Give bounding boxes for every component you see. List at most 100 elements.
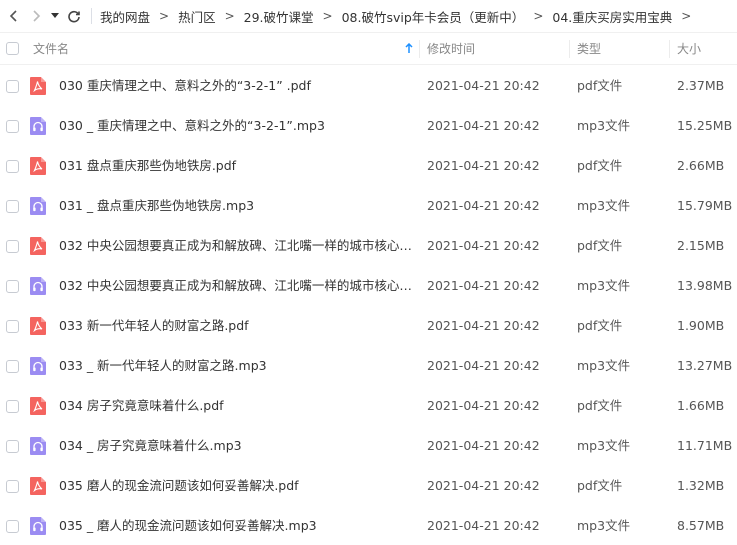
file-size: 2.15MB [677, 238, 725, 253]
forward-button[interactable] [25, 0, 47, 32]
file-name[interactable]: 034 房子究竟意味着什么.pdf [59, 386, 415, 426]
row-checkbox[interactable] [6, 79, 19, 93]
row-checkbox[interactable] [6, 199, 19, 213]
breadcrumb-separator: > [533, 9, 544, 23]
file-name[interactable]: 030 重庆情理之中、意料之外的“3-2-1” .pdf [59, 66, 415, 106]
row-checkbox[interactable] [6, 399, 19, 413]
file-name[interactable]: 034 _ 房子究竟意味着什么.mp3 [59, 426, 415, 466]
refresh-button[interactable] [63, 0, 85, 32]
select-all-checkbox[interactable] [6, 42, 19, 55]
file-size: 15.79MB [677, 198, 733, 213]
column-header-type-label: 类型 [577, 42, 602, 56]
row-checkbox[interactable] [6, 119, 19, 133]
file-row[interactable]: 030 重庆情理之中、意料之外的“3-2-1” .pdf 2021-04-21 2… [0, 66, 737, 106]
back-button[interactable] [3, 0, 25, 32]
file-size: 13.27MB [677, 358, 733, 373]
file-row[interactable]: 031 _ 盘点重庆那些伪地铁房.mp3 2021-04-21 20:42 mp3文… [0, 186, 737, 226]
file-row[interactable]: 035 磨人的现金流问题该如何妥善解决.pdf 2021-04-21 20:42 p… [0, 466, 737, 506]
history-dropdown-button[interactable] [47, 0, 63, 32]
chevron-right-icon [33, 10, 41, 22]
file-modified-time: 2021-04-21 20:42 [427, 358, 540, 373]
file-name[interactable]: 033 新一代年轻人的财富之路.pdf [59, 306, 415, 346]
file-row[interactable]: 031 盘点重庆那些伪地铁房.pdf 2021-04-21 20:42 pdf文件 2… [0, 146, 737, 186]
nav-divider [91, 8, 92, 24]
row-checkbox-cell [6, 466, 19, 506]
file-modified-time: 2021-04-21 20:42 [427, 198, 540, 213]
row-checkbox[interactable] [6, 159, 19, 173]
file-name[interactable]: 032 中央公园想要真正成为和解放碑、江北嘴一样的城市核心，... [59, 266, 415, 306]
column-header-time[interactable]: 修改时间 [419, 33, 569, 64]
breadcrumb-item-current[interactable]: 04.重庆买房实用宝典 [552, 7, 672, 26]
file-name[interactable]: 032 中央公园想要真正成为和解放碑、江北嘴一样的城市核心，... [59, 226, 415, 266]
file-row[interactable]: 034 房子究竟意味着什么.pdf 2021-04-21 20:42 pdf文件 1.… [0, 386, 737, 426]
row-checkbox[interactable] [6, 239, 19, 253]
file-type: mp3文件 [577, 438, 631, 453]
file-type: pdf文件 [577, 318, 623, 333]
file-modified-time: 2021-04-21 20:42 [427, 78, 540, 93]
file-modified-time: 2021-04-21 20:42 [427, 398, 540, 413]
file-list: 030 重庆情理之中、意料之外的“3-2-1” .pdf 2021-04-21 2… [0, 66, 737, 545]
breadcrumb-separator: > [159, 9, 170, 23]
file-modified-time: 2021-04-21 20:42 [427, 118, 540, 133]
column-header-size-label: 大小 [677, 42, 702, 56]
file-type: pdf文件 [577, 398, 623, 413]
file-size: 1.32MB [677, 478, 725, 493]
file-name[interactable]: 033 _ 新一代年轻人的财富之路.mp3 [59, 346, 415, 386]
file-modified-time: 2021-04-21 20:42 [427, 318, 540, 333]
select-all-cell [6, 33, 19, 64]
column-header-size[interactable]: 大小 [669, 33, 737, 64]
file-name[interactable]: 031 _ 盘点重庆那些伪地铁房.mp3 [59, 186, 415, 226]
file-row[interactable]: 032 中央公园想要真正成为和解放碑、江北嘴一样的城市核心，... 2021-04… [0, 266, 737, 306]
file-modified-time: 2021-04-21 20:42 [427, 158, 540, 173]
column-header-name-label: 文件名 [33, 42, 70, 56]
breadcrumb-item-hot[interactable]: 热门区 [178, 7, 216, 26]
row-checkbox-cell [6, 386, 19, 426]
file-list-header: 文件名 修改时间 类型 大小 [0, 32, 737, 65]
row-checkbox-cell [6, 266, 19, 306]
file-name[interactable]: 031 盘点重庆那些伪地铁房.pdf [59, 146, 415, 186]
file-row[interactable]: 034 _ 房子究竟意味着什么.mp3 2021-04-21 20:42 mp3文件… [0, 426, 737, 466]
audio-file-icon [30, 197, 46, 215]
column-header-time-label: 修改时间 [427, 42, 476, 56]
file-type: mp3文件 [577, 518, 631, 533]
file-row[interactable]: 033 _ 新一代年轻人的财富之路.mp3 2021-04-21 20:42 mp3… [0, 346, 737, 386]
audio-file-icon [30, 117, 46, 135]
file-name[interactable]: 035 _ 磨人的现金流问题该如何妥善解决.mp3 [59, 506, 415, 545]
row-checkbox-cell [6, 506, 19, 545]
breadcrumb-item-svip[interactable]: 08.破竹svip年卡会员（更新中） [342, 7, 525, 26]
row-checkbox[interactable] [6, 319, 19, 333]
navigation-bar: 我的网盘 > 热门区 > 29.破竹课堂 > 08.破竹svip年卡会员（更新中… [0, 0, 737, 32]
row-checkbox[interactable] [6, 359, 19, 373]
refresh-icon [68, 10, 80, 23]
file-name[interactable]: 030 _ 重庆情理之中、意料之外的“3-2-1”.mp3 [59, 106, 415, 146]
file-type: pdf文件 [577, 78, 623, 93]
file-size: 2.37MB [677, 78, 725, 93]
file-name[interactable]: 035 磨人的现金流问题该如何妥善解决.pdf [59, 466, 415, 506]
breadcrumb: 我的网盘 > 热门区 > 29.破竹课堂 > 08.破竹svip年卡会员（更新中… [100, 7, 700, 26]
row-checkbox[interactable] [6, 479, 19, 493]
row-checkbox-cell [6, 226, 19, 266]
file-size: 13.98MB [677, 278, 733, 293]
breadcrumb-item-course[interactable]: 29.破竹课堂 [244, 7, 314, 26]
file-modified-time: 2021-04-21 20:42 [427, 518, 540, 533]
file-modified-time: 2021-04-21 20:42 [427, 438, 540, 453]
file-size: 8.57MB [677, 518, 725, 533]
row-checkbox[interactable] [6, 519, 19, 533]
file-row[interactable]: 030 _ 重庆情理之中、意料之外的“3-2-1”.mp3 2021-04-21 … [0, 106, 737, 146]
pdf-file-icon [30, 477, 46, 495]
file-row[interactable]: 033 新一代年轻人的财富之路.pdf 2021-04-21 20:42 pdf文件… [0, 306, 737, 346]
column-header-name[interactable]: 文件名 [33, 33, 419, 64]
audio-file-icon [30, 437, 46, 455]
breadcrumb-more-arrow[interactable]: > [681, 9, 691, 23]
file-row[interactable]: 032 中央公园想要真正成为和解放碑、江北嘴一样的城市核心，... 2021-04… [0, 226, 737, 266]
file-row[interactable]: 035 _ 磨人的现金流问题该如何妥善解决.mp3 2021-04-21 20:4… [0, 506, 737, 545]
file-size: 1.90MB [677, 318, 725, 333]
row-checkbox[interactable] [6, 439, 19, 453]
column-header-type[interactable]: 类型 [569, 33, 669, 64]
file-type: mp3文件 [577, 118, 631, 133]
row-checkbox-cell [6, 146, 19, 186]
file-size: 11.71MB [677, 438, 733, 453]
breadcrumb-item-root[interactable]: 我的网盘 [100, 7, 150, 26]
row-checkbox-cell [6, 306, 19, 346]
row-checkbox[interactable] [6, 279, 19, 293]
